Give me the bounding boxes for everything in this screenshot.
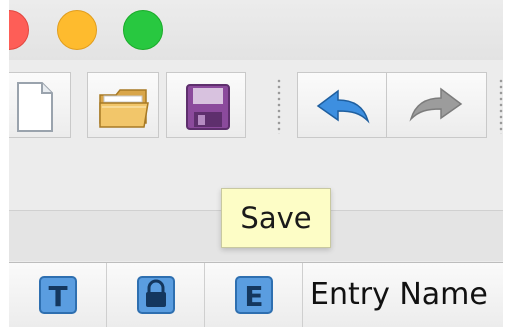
open-button[interactable] <box>87 72 159 138</box>
toolbar-separator <box>499 78 503 134</box>
undo-button[interactable] <box>297 72 387 138</box>
letter-t-icon: T <box>39 276 77 314</box>
entry-name-column-header[interactable]: Entry Name <box>303 263 503 327</box>
new-button[interactable] <box>9 72 71 138</box>
svg-text:T: T <box>48 280 67 313</box>
floppy-disk-icon <box>186 84 230 130</box>
toolbar-separator <box>277 78 281 134</box>
folder-open-icon <box>99 89 149 128</box>
title-bar <box>9 0 503 60</box>
lock-column-header[interactable] <box>107 263 205 327</box>
application-window: T E Entry Name Save <box>9 0 503 327</box>
table-header: T E Entry Name <box>9 262 503 327</box>
close-button[interactable] <box>9 10 29 50</box>
zoom-button[interactable] <box>123 10 163 50</box>
entry-name-label: Entry Name <box>310 277 488 312</box>
svg-text:E: E <box>244 280 263 313</box>
undo-arrow-icon <box>316 89 370 124</box>
redo-arrow-icon <box>409 87 463 122</box>
letter-e-icon: E <box>235 276 273 314</box>
lock-icon <box>137 276 175 314</box>
save-button[interactable] <box>166 72 246 138</box>
save-tooltip: Save <box>221 188 331 248</box>
new-document-icon <box>17 82 53 132</box>
entry-column-header[interactable]: E <box>205 263 303 327</box>
redo-button[interactable] <box>387 72 487 138</box>
title-column-header[interactable]: T <box>9 263 107 327</box>
minimize-button[interactable] <box>57 10 97 50</box>
